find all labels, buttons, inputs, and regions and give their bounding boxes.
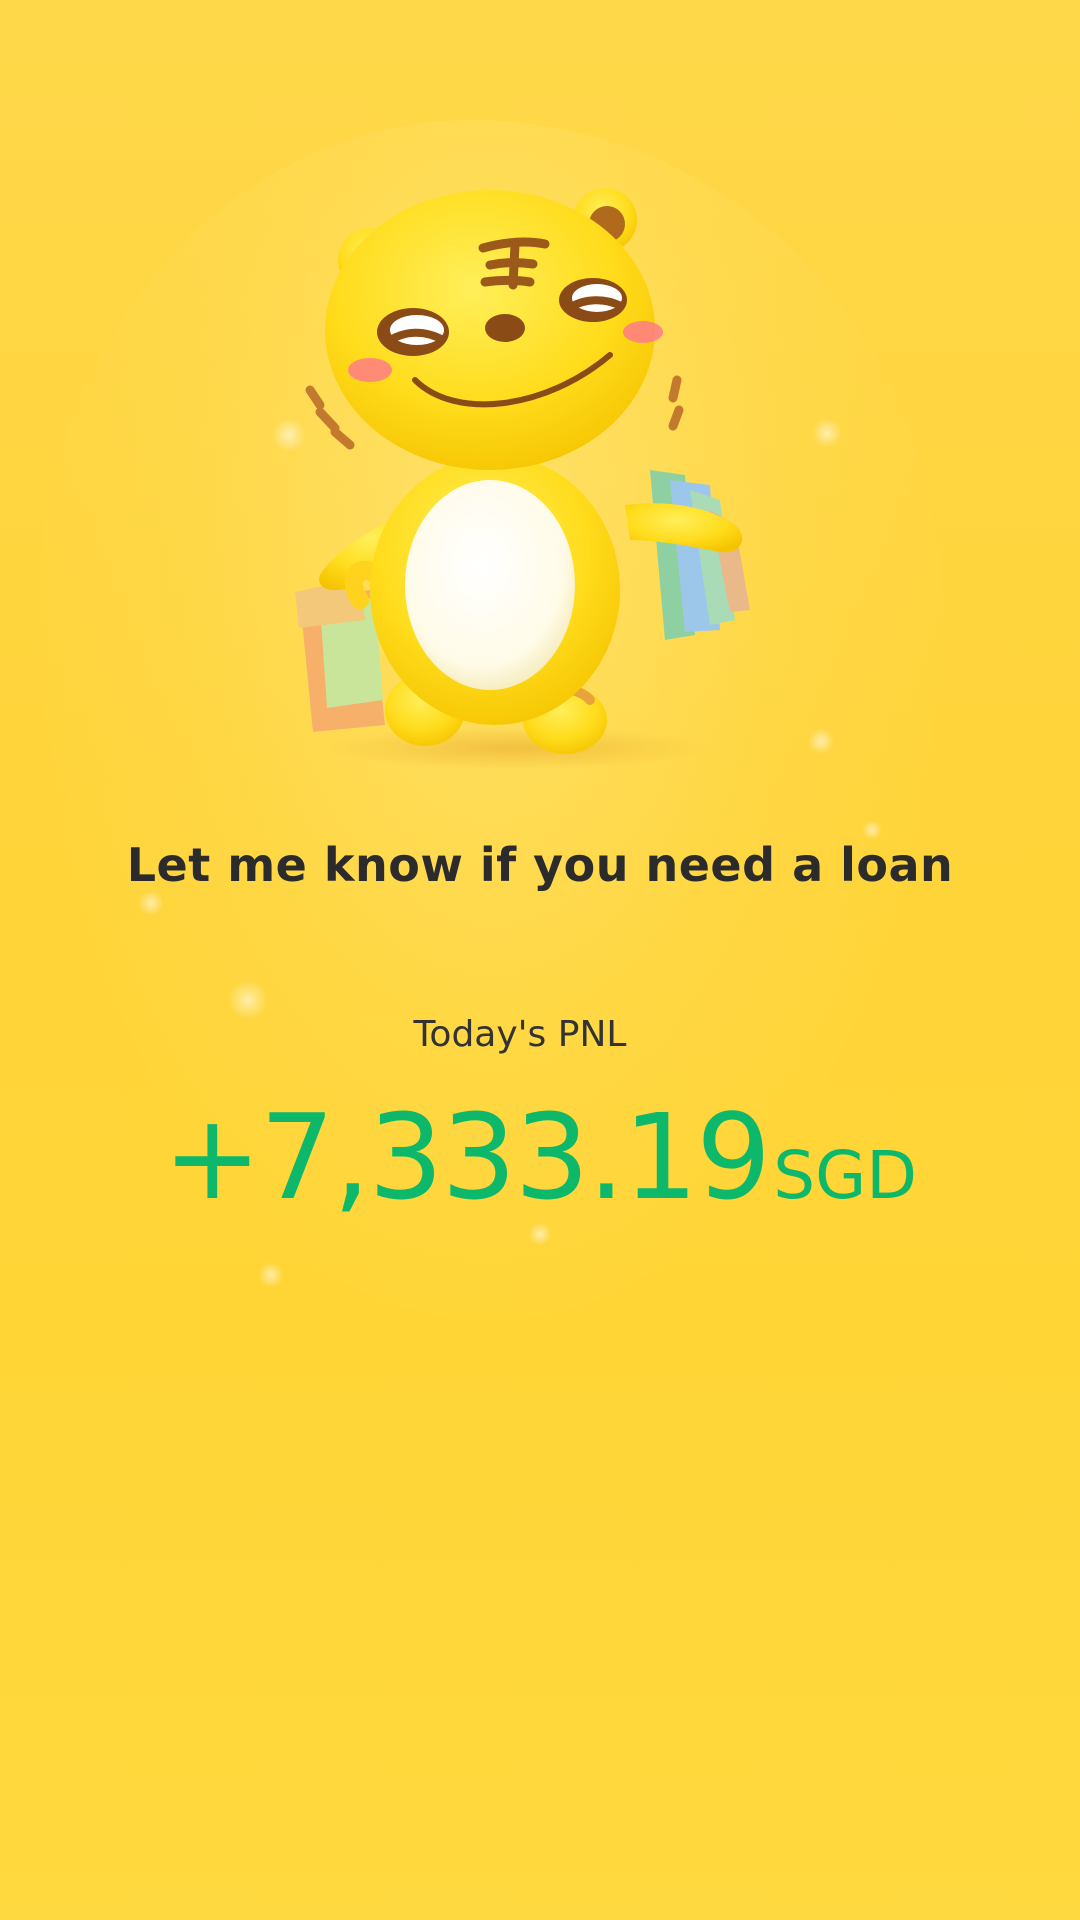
sparkle-decoration <box>862 820 882 840</box>
sparkle-decoration <box>812 418 842 448</box>
todays-pnl-amount: +7,333.19SGD <box>0 1088 1080 1226</box>
todays-pnl-label: Today's PNL <box>413 1014 627 1055</box>
loan-promo-message: Let me know if you need a loan <box>126 838 954 892</box>
sparkle-decoration <box>258 1262 284 1288</box>
pnl-currency: SGD <box>773 1137 918 1214</box>
sparkle-decoration <box>808 728 834 754</box>
tiger-mascot-illustration <box>295 188 750 770</box>
right-shopping-bags <box>650 470 750 640</box>
sparkle-decoration <box>138 890 164 916</box>
pnl-value: +7,333.19 <box>162 1088 771 1226</box>
